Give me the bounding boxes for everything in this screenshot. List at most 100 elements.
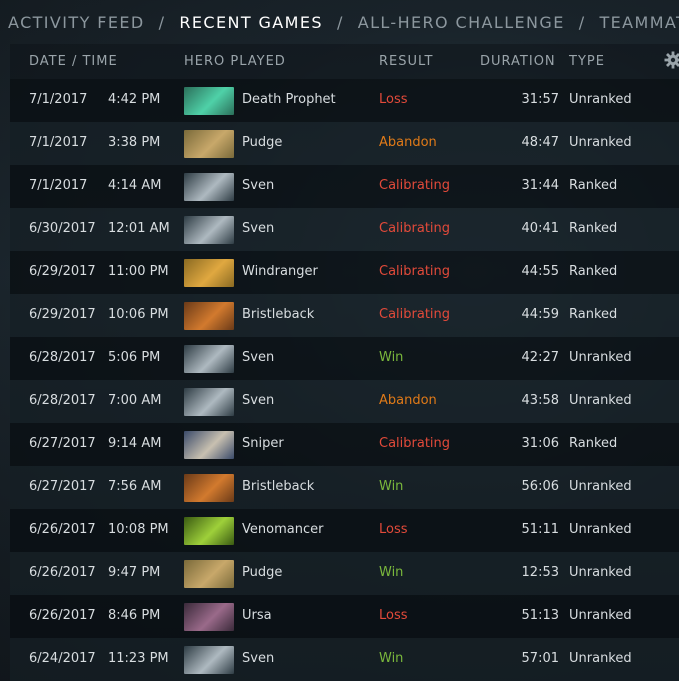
- match-type: Unranked: [569, 393, 632, 408]
- hero-name: Sven: [242, 393, 275, 408]
- match-row[interactable]: 6/29/2017 11:00 PM Windranger Calibrating 44…: [10, 251, 679, 294]
- match-time: 10:06 PM: [108, 307, 169, 322]
- match-date: 6/26/2017: [29, 565, 96, 580]
- hero-name: Sven: [242, 221, 275, 236]
- match-row[interactable]: 7/1/2017 4:14 AM Sven Calibrating 31:44 Ranke…: [10, 165, 679, 208]
- match-time: 8:46 PM: [108, 608, 161, 623]
- match-duration: 43:58: [521, 393, 559, 408]
- match-row[interactable]: 6/27/2017 9:14 AM Sniper Calibrating 31:06 Ra…: [10, 423, 679, 466]
- tab-teammates[interactable]: TEAMMATES: [600, 13, 679, 32]
- hero-name: Pudge: [242, 565, 283, 580]
- match-row[interactable]: 6/26/2017 9:47 PM Pudge Win 12:53 Unranked: [10, 552, 679, 595]
- match-type: Unranked: [569, 479, 632, 494]
- hero-portrait-icon[interactable]: [184, 345, 234, 373]
- match-duration: 12:53: [521, 565, 559, 580]
- hero-portrait-icon[interactable]: [184, 173, 234, 201]
- match-type: Unranked: [569, 350, 632, 365]
- match-result: Calibrating: [379, 221, 451, 236]
- match-date: 6/30/2017: [29, 221, 96, 236]
- match-type: Unranked: [569, 522, 632, 537]
- tab-activity-feed[interactable]: ACTIVITY FEED: [8, 13, 145, 32]
- hero-portrait-icon[interactable]: [184, 603, 234, 631]
- hero-portrait-icon[interactable]: [184, 431, 234, 459]
- match-date: 6/28/2017: [29, 393, 96, 408]
- column-header-result[interactable]: RESULT: [379, 54, 433, 69]
- tab-recent-games[interactable]: RECENT GAMES: [179, 13, 323, 32]
- tab-separator: /: [336, 12, 344, 32]
- match-duration: 31:06: [521, 436, 559, 451]
- match-duration: 31:57: [521, 92, 559, 107]
- hero-portrait-icon[interactable]: [184, 302, 234, 330]
- match-row[interactable]: 6/26/2017 10:08 PM Venomancer Loss 51:11 Unra…: [10, 509, 679, 552]
- match-time: 11:00 PM: [108, 264, 169, 279]
- match-duration: 51:13: [521, 608, 559, 623]
- match-type: Unranked: [569, 565, 632, 580]
- gear-icon[interactable]: [664, 51, 679, 69]
- hero-portrait-icon[interactable]: [184, 388, 234, 416]
- hero-portrait-icon[interactable]: [184, 517, 234, 545]
- hero-portrait-icon[interactable]: [184, 646, 234, 674]
- match-row[interactable]: 7/1/2017 4:42 PM Death Prophet Loss 31:57 Unr…: [10, 79, 679, 122]
- match-time: 7:00 AM: [108, 393, 162, 408]
- hero-portrait-icon[interactable]: [184, 87, 234, 115]
- tab-separator: /: [578, 12, 586, 32]
- hero-portrait-icon[interactable]: [184, 560, 234, 588]
- column-header-date-time[interactable]: DATE / TIME: [29, 54, 118, 69]
- match-row[interactable]: 6/24/2017 11:23 PM Sven Win 57:01 Unranked: [10, 638, 679, 681]
- match-row[interactable]: 6/30/2017 12:01 AM Sven Calibrating 40:41 Ran…: [10, 208, 679, 251]
- match-duration: 57:01: [521, 651, 559, 666]
- hero-portrait-icon[interactable]: [184, 474, 234, 502]
- match-row[interactable]: 6/29/2017 10:06 PM Bristleback Calibrating 4…: [10, 294, 679, 337]
- hero-portrait-icon[interactable]: [184, 216, 234, 244]
- match-time: 11:23 PM: [108, 651, 169, 666]
- hero-name: Venomancer: [242, 522, 324, 537]
- hero-name: Ursa: [242, 608, 272, 623]
- match-result: Calibrating: [379, 307, 451, 322]
- match-duration: 31:44: [521, 178, 559, 193]
- match-result: Win: [379, 565, 404, 580]
- match-time: 12:01 AM: [108, 221, 170, 236]
- match-result: Win: [379, 479, 404, 494]
- match-duration: 56:06: [521, 479, 559, 494]
- match-date: 6/27/2017: [29, 479, 96, 494]
- hero-portrait-icon[interactable]: [184, 259, 234, 287]
- match-date: 6/29/2017: [29, 307, 96, 322]
- match-time: 5:06 PM: [108, 350, 161, 365]
- match-row[interactable]: 6/28/2017 5:06 PM Sven Win 42:27 Unranked: [10, 337, 679, 380]
- match-time: 9:14 AM: [108, 436, 162, 451]
- tab-all-hero-challenge[interactable]: ALL-HERO CHALLENGE: [358, 13, 565, 32]
- match-type: Ranked: [569, 436, 618, 451]
- match-row[interactable]: 7/1/2017 3:38 PM Pudge Abandon 48:47 Unranked: [10, 122, 679, 165]
- match-row[interactable]: 6/28/2017 7:00 AM Sven Abandon 43:58 Unranked: [10, 380, 679, 423]
- match-row[interactable]: 6/26/2017 8:46 PM Ursa Loss 51:13 Unranked: [10, 595, 679, 638]
- match-duration: 40:41: [521, 221, 559, 236]
- match-type: Ranked: [569, 178, 618, 193]
- match-time: 10:08 PM: [108, 522, 169, 537]
- match-time: 3:38 PM: [108, 135, 161, 150]
- match-type: Ranked: [569, 307, 618, 322]
- match-duration: 44:55: [521, 264, 559, 279]
- match-time: 7:56 AM: [108, 479, 162, 494]
- match-duration: 51:11: [521, 522, 559, 537]
- match-time: 4:14 AM: [108, 178, 162, 193]
- match-result: Calibrating: [379, 436, 451, 451]
- column-header-hero[interactable]: HERO PLAYED: [184, 54, 286, 69]
- table-header: DATE / TIME HERO PLAYED RESULT DURATION …: [10, 44, 679, 79]
- match-result: Loss: [379, 92, 408, 107]
- match-type: Unranked: [569, 608, 632, 623]
- hero-name: Windranger: [242, 264, 318, 279]
- column-header-type[interactable]: TYPE: [569, 54, 605, 69]
- match-row[interactable]: 6/27/2017 7:56 AM Bristleback Win 56:06 Unran…: [10, 466, 679, 509]
- match-duration: 44:59: [521, 307, 559, 322]
- hero-portrait-icon[interactable]: [184, 130, 234, 158]
- hero-name: Bristleback: [242, 479, 315, 494]
- match-result: Calibrating: [379, 178, 451, 193]
- hero-name: Sniper: [242, 436, 284, 451]
- match-result: Loss: [379, 608, 408, 623]
- match-date: 7/1/2017: [29, 178, 88, 193]
- match-result: Abandon: [379, 135, 437, 150]
- match-date: 6/26/2017: [29, 522, 96, 537]
- match-result: Loss: [379, 522, 408, 537]
- column-header-duration[interactable]: DURATION: [480, 54, 556, 69]
- match-date: 6/29/2017: [29, 264, 96, 279]
